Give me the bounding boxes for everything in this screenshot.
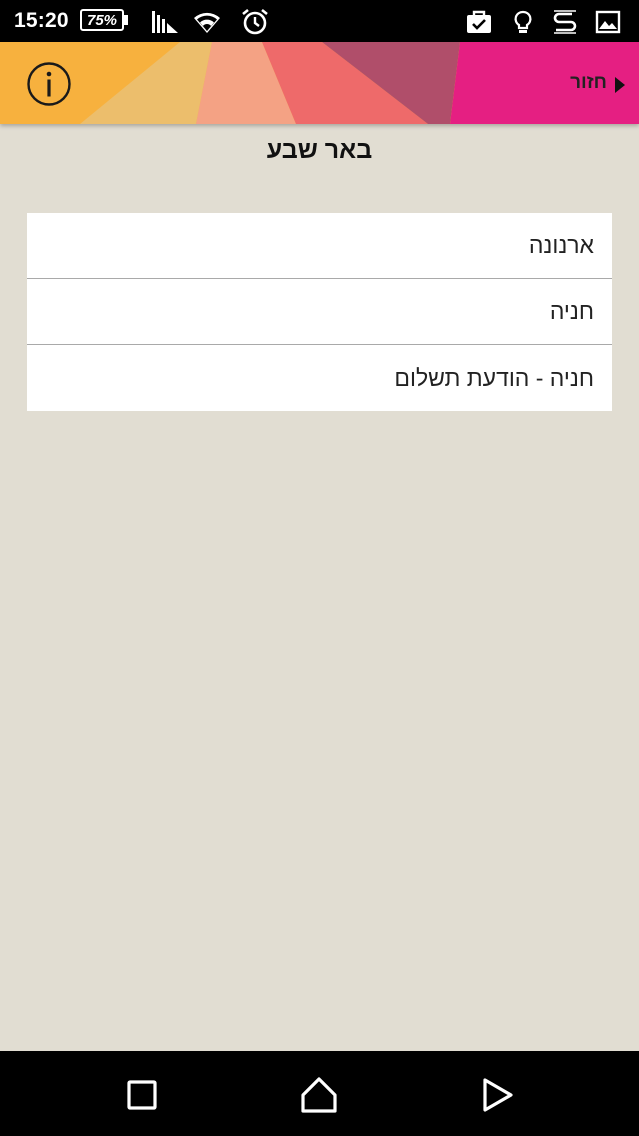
page-title: באר שבע [266, 136, 373, 164]
lightbulb-icon [514, 10, 532, 33]
alarm-icon [242, 8, 268, 35]
battery-indicator: 75% [80, 9, 124, 31]
wifi-icon [194, 12, 220, 33]
navigation-bar [0, 1051, 639, 1136]
menu-list: ארנונה חניה חניה - הודעת תשלום [27, 213, 612, 411]
info-button[interactable] [26, 61, 72, 107]
menu-item-parking[interactable]: חניה [27, 279, 612, 345]
info-icon [27, 62, 71, 106]
menu-item-property-tax[interactable]: ארנונה [27, 213, 612, 279]
back-arrow-icon [615, 77, 625, 93]
back-label: חזור [570, 72, 607, 93]
menu-item-parking-payment-notice[interactable]: חניה - הודעת תשלום [27, 345, 612, 411]
menu-item-label: ארנונה [528, 232, 594, 258]
recent-apps-icon[interactable] [122, 1075, 162, 1115]
back-icon[interactable] [477, 1075, 517, 1115]
status-bar: 15:20 75% [0, 0, 639, 42]
app-header: חזור [0, 42, 639, 124]
menu-item-label: חניה - הודעת תשלום [394, 364, 594, 391]
s-app-icon [553, 10, 577, 34]
briefcase-check-icon [467, 10, 491, 33]
header-banner [0, 42, 639, 124]
home-icon[interactable] [299, 1075, 339, 1115]
signal-icon [152, 11, 178, 33]
menu-item-label: חניה [549, 298, 594, 324]
back-button[interactable]: חזור [570, 66, 625, 100]
image-icon [595, 10, 621, 34]
battery-tip [124, 15, 128, 25]
status-time: 15:20 [14, 9, 69, 32]
